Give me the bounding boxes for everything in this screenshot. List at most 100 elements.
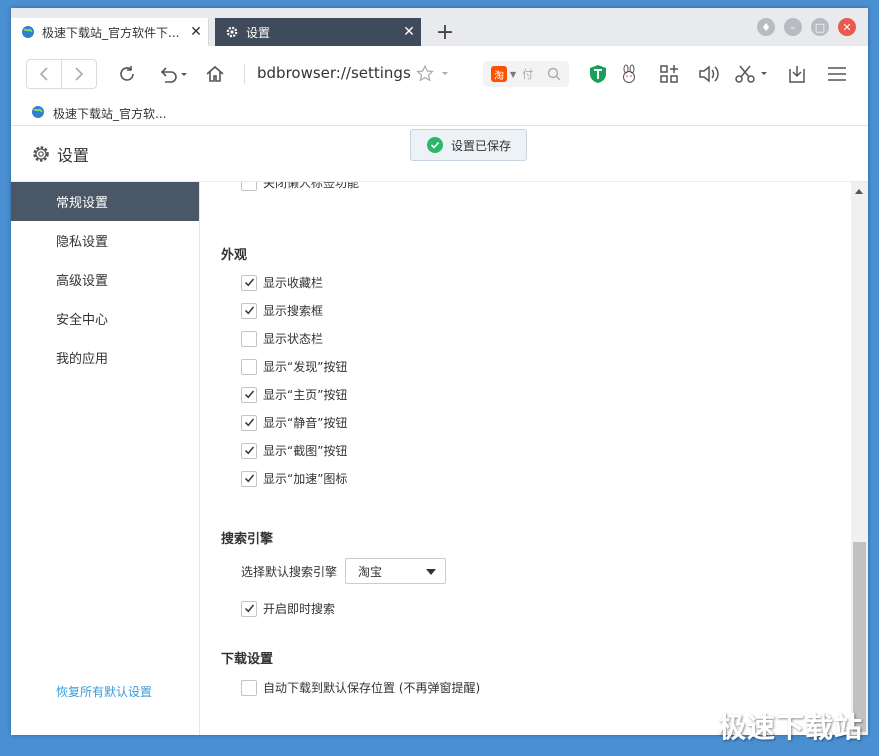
checkbox[interactable]	[241, 600, 257, 617]
checkbox[interactable]	[241, 414, 257, 431]
undo-close-icon[interactable]	[155, 62, 189, 86]
watermark-logo: 极速下载站	[717, 711, 863, 744]
page-title: 设置	[31, 142, 89, 166]
toast-text: 设置已保存	[451, 138, 512, 153]
close-tab-icon[interactable]: ✕	[184, 24, 208, 40]
scroll-up-icon[interactable]	[855, 189, 863, 194]
saved-toast: 设置已保存	[410, 129, 527, 161]
checkbox-row[interactable]: 显示“截图”按钮	[241, 442, 347, 459]
maximize-icon[interactable]: □	[811, 18, 829, 36]
checkbox-label: 显示“静音”按钮	[263, 416, 348, 430]
search-engine-icon[interactable]: 淘	[491, 66, 507, 82]
browser-window: 极速下载站_官方软件下... ✕ 设置 ✕ + ♦ – □ ✕ bdbrowse…	[11, 8, 868, 735]
checkbox-row[interactable]: 显示“主页”按钮	[241, 386, 347, 403]
minimize-icon[interactable]: –	[784, 18, 802, 36]
checkmark-icon	[244, 418, 254, 427]
nav-buttons	[26, 59, 97, 89]
scrollbar[interactable]	[851, 182, 868, 735]
checkbox[interactable]	[241, 302, 257, 319]
checkbox-label: 自动下载到默认保存位置 (不再弹窗提醒)	[263, 681, 481, 695]
address-bar[interactable]: bdbrowser://settings	[257, 64, 411, 82]
bookmarks-bar: 极速下载站_官方软...	[11, 102, 868, 126]
checkmark-icon	[244, 446, 254, 455]
page-title-text: 设置	[57, 146, 90, 165]
checkbox-row[interactable]: 显示状态栏	[241, 330, 323, 347]
gear-icon	[225, 25, 239, 39]
bookmark-item[interactable]: 极速下载站_官方软...	[31, 105, 166, 122]
sidebar-item-general[interactable]: 常规设置	[11, 182, 199, 221]
gear-icon	[31, 144, 57, 164]
url-separator	[244, 64, 245, 84]
rabbit-icon[interactable]	[617, 62, 641, 86]
page-header: 设置 设置已保存	[11, 126, 868, 182]
tab-bar: 极速下载站_官方软件下... ✕ 设置 ✕ + ♦ – □ ✕	[11, 8, 868, 46]
checkbox-row[interactable]: 显示“加速”图标	[241, 470, 347, 487]
settings-content: 关闭懒人标签功能 外观 显示收藏栏显示搜索框显示状态栏显示“发现”按钮显示“主页…	[201, 182, 851, 735]
back-icon[interactable]	[27, 60, 62, 88]
checkbox-row[interactable]: 显示“静音”按钮	[241, 414, 347, 431]
checkbox-label: 关闭懒人标签功能	[263, 182, 360, 190]
sidebar-item-security[interactable]: 安全中心	[11, 299, 199, 338]
checkmark-icon	[244, 474, 254, 483]
skin-icon[interactable]: ♦	[757, 18, 775, 36]
close-tab-icon[interactable]: ✕	[397, 24, 421, 40]
apps-icon[interactable]	[657, 62, 681, 86]
new-tab-button[interactable]: +	[425, 18, 465, 46]
checkbox[interactable]	[241, 358, 257, 375]
checkbox-label: 显示“主页”按钮	[263, 388, 348, 402]
sidebar-item-my-apps[interactable]: 我的应用	[11, 338, 199, 377]
checkbox-row[interactable]: 显示搜索框	[241, 302, 323, 319]
home-icon[interactable]	[203, 62, 227, 86]
restore-defaults-link[interactable]: 恢复所有默认设置	[56, 683, 152, 700]
scrollbar-thumb[interactable]	[853, 542, 866, 732]
menu-icon[interactable]	[825, 62, 849, 86]
checkbox-label: 显示“截图”按钮	[263, 444, 348, 458]
search-placeholder: 付	[522, 68, 534, 81]
refresh-icon[interactable]	[115, 62, 139, 86]
chevron-down-icon	[426, 569, 437, 575]
search-box[interactable]: 淘 ▼ 付	[483, 61, 569, 87]
scissors-icon[interactable]	[733, 62, 771, 86]
settings-sidebar: 常规设置 隐私设置 高级设置 安全中心 我的应用 恢复所有默认设置	[11, 182, 200, 735]
tab-settings[interactable]: 设置 ✕	[215, 18, 421, 46]
instant-search-row[interactable]: 开启即时搜索	[241, 600, 335, 617]
bookmark-label: 极速下载站_官方软...	[53, 107, 167, 121]
shield-icon[interactable]	[586, 62, 610, 86]
tab-download-site[interactable]: 极速下载站_官方软件下... ✕	[11, 18, 209, 46]
checkbox-label: 显示收藏栏	[263, 276, 324, 290]
section-title-download: 下载设置	[221, 652, 274, 667]
checkbox[interactable]	[241, 470, 257, 487]
checkbox-row[interactable]: 关闭懒人标签功能	[241, 182, 359, 191]
checkmark-icon	[244, 604, 254, 613]
tab-title: 设置	[246, 25, 271, 40]
search-engine-select[interactable]: 淘宝	[345, 558, 447, 584]
sidebar-item-advanced[interactable]: 高级设置	[11, 260, 199, 299]
search-engine-value: 淘宝	[358, 564, 383, 579]
check-circle-icon	[427, 137, 443, 153]
search-icon[interactable]	[547, 67, 561, 81]
close-window-icon[interactable]: ✕	[838, 18, 856, 36]
globe-icon	[31, 105, 45, 122]
chevron-down-icon[interactable]: ▼	[510, 70, 516, 79]
checkbox[interactable]	[241, 330, 257, 347]
checkmark-icon	[244, 306, 254, 315]
checkbox[interactable]	[241, 386, 257, 403]
checkmark-icon	[244, 390, 254, 399]
window-controls: ♦ – □ ✕	[757, 18, 856, 36]
forward-icon[interactable]	[62, 60, 96, 88]
search-engine-label: 选择默认搜索引擎	[241, 564, 338, 579]
checkbox[interactable]	[241, 679, 257, 696]
auto-download-row[interactable]: 自动下载到默认保存位置 (不再弹窗提醒)	[241, 679, 480, 696]
section-title-appearance: 外观	[221, 248, 248, 263]
star-icon[interactable]	[415, 62, 451, 86]
sidebar-item-privacy[interactable]: 隐私设置	[11, 221, 199, 260]
download-icon[interactable]	[785, 62, 809, 86]
checkbox-label: 显示搜索框	[263, 304, 324, 318]
checkbox[interactable]	[241, 442, 257, 459]
checkbox[interactable]	[241, 274, 257, 291]
volume-icon[interactable]	[697, 62, 721, 86]
tab-title: 极速下载站_官方软件下...	[42, 25, 180, 40]
checkbox-row[interactable]: 显示“发现”按钮	[241, 358, 347, 375]
checkbox-row[interactable]: 显示收藏栏	[241, 274, 323, 291]
checkbox[interactable]	[241, 182, 257, 191]
